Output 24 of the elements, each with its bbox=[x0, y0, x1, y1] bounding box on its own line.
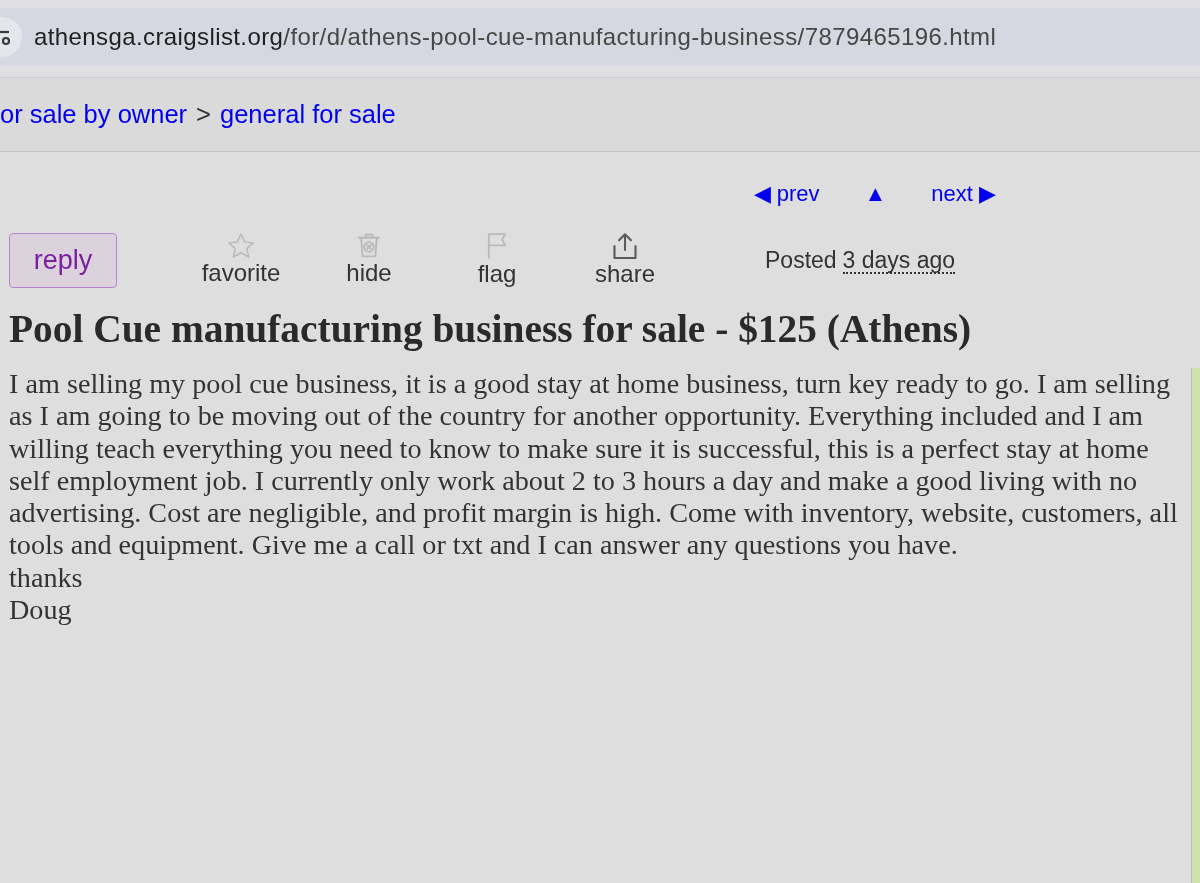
action-button[interactable]: favorite bbox=[201, 233, 281, 288]
action-button[interactable]: flag bbox=[477, 233, 517, 288]
body-text: I am selling my pool cue business, it is a good stay at home business, turn key ready to go. I am selling as I am going to be moving out of the country for another opportunity. Everything included and I am willing teach everything you need to know to make sure it is successful, this is a perfect stay at home self employment job. I currently only work about 2 to 3 hours a day and make a good living with no advertising. Cost are negligible, and profit margin is high. Come with inventory, website, customers, all tools and equipment. Give me a call or txt and I can answer any questions you have. bbox=[9, 368, 1179, 562]
star-icon bbox=[228, 233, 254, 258]
sliders-icon bbox=[0, 17, 22, 57]
posted-label: Posted bbox=[765, 246, 837, 276]
url-text: athensga.craigslist.org/for/d/athens-pool-cue-manufacturing-business/7879465196.html bbox=[34, 25, 997, 49]
posted-time: 3 days ago bbox=[842, 248, 956, 275]
next-link[interactable]: next ▶ bbox=[931, 177, 996, 210]
body-text: Doug bbox=[9, 594, 73, 627]
breadcrumb-link[interactable]: general for sale bbox=[220, 95, 396, 134]
action-button[interactable]: share bbox=[594, 233, 655, 288]
body-text: thanks bbox=[9, 561, 84, 595]
reply-button[interactable]: reply bbox=[9, 233, 117, 288]
flag-icon bbox=[485, 233, 509, 259]
breadcrumb-separator: > bbox=[196, 99, 211, 131]
posting-title: Pool Cue manufacturing business for sale - $125 (Athens) bbox=[8, 307, 973, 351]
trash-icon bbox=[358, 233, 380, 258]
up-link[interactable]: ▲ bbox=[864, 177, 887, 210]
breadcrumb-link[interactable]: or sale by owner bbox=[0, 95, 188, 134]
prev-link[interactable]: ◀ prev bbox=[753, 177, 820, 210]
action-button[interactable]: hide bbox=[346, 233, 392, 288]
address-bar[interactable]: athensga.craigslist.org/for/d/athens-pool-cue-manufacturing-business/7879465196.html bbox=[0, 8, 1200, 66]
share-icon bbox=[613, 233, 637, 259]
